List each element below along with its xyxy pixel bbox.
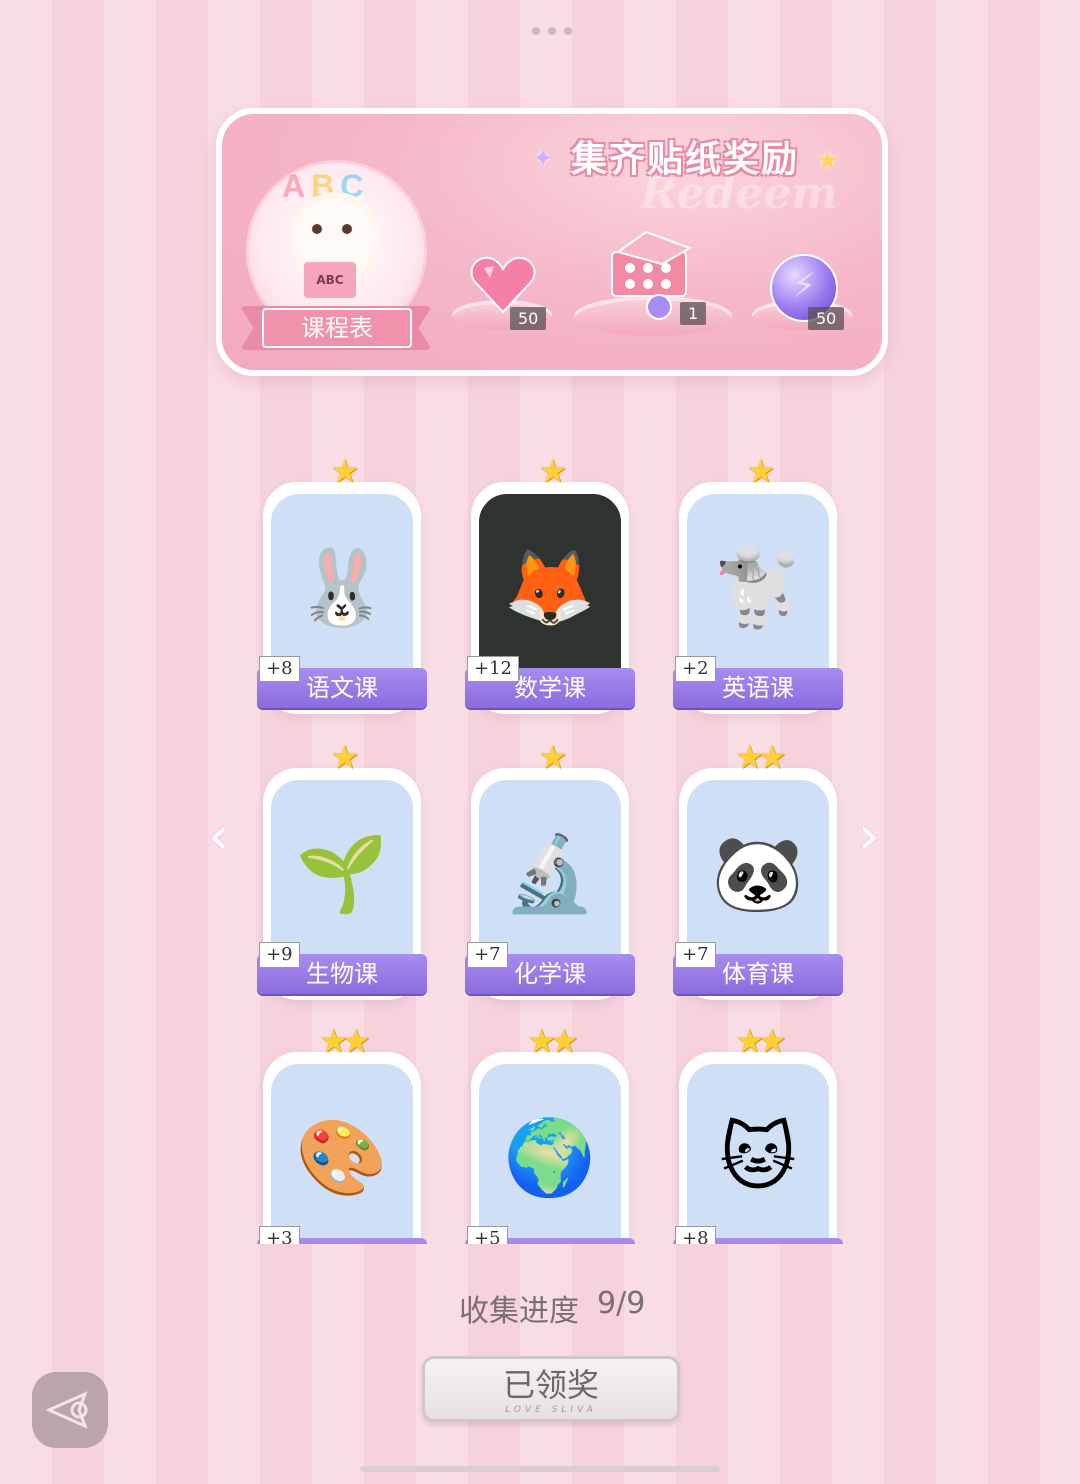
gift-box-icon	[606, 228, 693, 300]
sticker-bonus: +12	[467, 656, 519, 682]
sticker-card[interactable]: ★ 🐩 英语课 +2	[673, 452, 843, 714]
collection-progress-value: 9/9	[597, 1286, 646, 1321]
sticker-card[interactable]: ★ 🦊 数学课 +12	[465, 452, 635, 714]
collection-progress-label: 收集进度	[459, 1294, 579, 1329]
star-icon: ★	[330, 738, 360, 776]
reward-count: 50	[808, 307, 845, 330]
star-icon: ★	[538, 452, 568, 490]
sparkle-icon: ★	[816, 146, 840, 176]
fox-teacher-icon: 🦊	[479, 494, 621, 682]
sticker-card[interactable]: ★★ 🎨 +3	[257, 1022, 427, 1244]
panda-pingpong-icon: 🐼	[687, 780, 829, 968]
sticker-bonus: +9	[259, 942, 300, 968]
poodle-eye	[312, 224, 322, 234]
star-icon: ★★	[735, 738, 786, 776]
next-page-arrow-icon[interactable]: ›	[858, 804, 880, 867]
abc-book-icon: ABC	[304, 262, 356, 298]
back-arrow-icon	[45, 1391, 88, 1429]
back-button[interactable]	[32, 1372, 108, 1448]
sticker-bonus: +7	[467, 942, 508, 968]
poodle-eye	[342, 224, 352, 234]
microscope-icon: 🔬	[479, 780, 621, 968]
star-icon: ★	[746, 452, 776, 490]
sticker-card[interactable]: ★ 🔬 化学课 +7	[465, 738, 635, 1000]
sticker-scroll-viewport[interactable]: ★★ 🎨 +3 ★★ 🌍 +5 ★★ 🐱 +8	[255, 1022, 855, 1244]
sun-sprout-icon: 🌱	[271, 780, 413, 968]
sticker-bonus: +7	[675, 942, 716, 968]
home-indicator[interactable]	[360, 1466, 720, 1472]
course-schedule-label[interactable]: 课程表	[262, 308, 412, 348]
star-icon: ★★	[319, 1022, 370, 1060]
claimed-button[interactable]: 已领奖 LOVE SLIVA	[422, 1356, 680, 1422]
sparkle-icon: ✦	[532, 144, 554, 174]
reward-count: 1	[680, 302, 707, 325]
sticker-card[interactable]: ★★ 🌍 +5	[465, 1022, 635, 1244]
sticker-bonus: +8	[259, 656, 300, 682]
claimed-button-label: 已领奖	[502, 1366, 599, 1404]
claimed-button-sublabel: LOVE SLIVA	[505, 1405, 597, 1415]
window-handle[interactable]	[532, 27, 572, 35]
sticker-card[interactable]: ★★ 🐼 体育课 +7	[673, 738, 843, 1000]
star-icon: ★	[538, 738, 568, 776]
sticker-bonus: +2	[675, 656, 716, 682]
reward-count: 50	[510, 307, 547, 330]
sticker-card[interactable]: ★ 🌱 生物课 +9	[257, 738, 427, 1000]
previous-page-arrow-icon[interactable]: ‹	[208, 804, 230, 867]
sticker-bonus: +5	[467, 1226, 508, 1244]
sticker-card[interactable]: ★ 🐰 语文课 +8	[257, 452, 427, 714]
banner-title: 集齐贴纸奖励	[570, 138, 799, 179]
poodle-abc-icon: 🐩	[687, 494, 829, 682]
sticker-bonus: +3	[259, 1226, 300, 1244]
star-icon: ★★	[735, 1022, 786, 1060]
star-icon: ★	[330, 452, 360, 490]
sticker-bonus: +8	[675, 1226, 716, 1244]
star-icon: ★★	[527, 1022, 578, 1060]
globe-icon: 🌍	[479, 1064, 621, 1244]
sticker-card[interactable]: ★★ 🐱 +8	[673, 1022, 843, 1244]
bunny-calligraphy-icon: 🐰	[271, 494, 413, 682]
gift-medal-icon	[646, 294, 672, 320]
cat-painter-icon: 🎨	[271, 1064, 413, 1244]
cat-keyboard-icon: 🐱	[687, 1064, 829, 1244]
pink-heart-gem-icon	[470, 256, 536, 314]
